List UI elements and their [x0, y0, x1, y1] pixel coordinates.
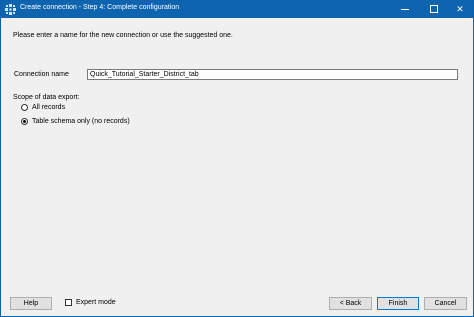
maximize-icon — [430, 4, 438, 13]
back-button[interactable]: < Back — [329, 297, 372, 310]
maximize-button[interactable] — [420, 1, 448, 18]
app-icon — [5, 4, 16, 15]
checkbox-unchecked[interactable] — [65, 299, 72, 306]
title-bar[interactable]: Create connection - Step 4: Complete con… — [1, 1, 473, 18]
intro-text: Please enter a name for the new connecti… — [13, 32, 233, 39]
close-button[interactable]: ✕ — [446, 1, 474, 18]
radio-button-unchecked[interactable] — [21, 104, 28, 111]
expert-mode-label: Expert mode — [76, 299, 116, 306]
radio-all-records[interactable]: All records — [21, 104, 65, 111]
window-title: Create connection - Step 4: Complete con… — [20, 4, 180, 11]
close-icon: ✕ — [456, 4, 464, 14]
expert-mode-checkbox[interactable]: Expert mode — [65, 299, 116, 306]
minimize-button[interactable] — [391, 1, 419, 18]
cancel-button[interactable]: Cancel — [424, 297, 467, 310]
radio-button-checked[interactable] — [21, 118, 28, 125]
radio-all-records-label: All records — [32, 104, 66, 111]
minimize-icon — [401, 9, 409, 11]
finish-button[interactable]: Finish — [377, 297, 419, 310]
radio-table-schema-only-label: Table schema only (no records) — [32, 118, 130, 125]
scope-label: Scope of data export: — [13, 94, 80, 101]
connection-name-label: Connection name — [14, 71, 69, 78]
connection-name-input[interactable]: Quick_Tutorial_Starter_District_tab — [87, 69, 458, 80]
dialog-window: Create connection - Step 4: Complete con… — [0, 0, 474, 317]
help-button[interactable]: Help — [10, 297, 52, 310]
radio-table-schema-only[interactable]: Table schema only (no records) — [21, 118, 130, 125]
